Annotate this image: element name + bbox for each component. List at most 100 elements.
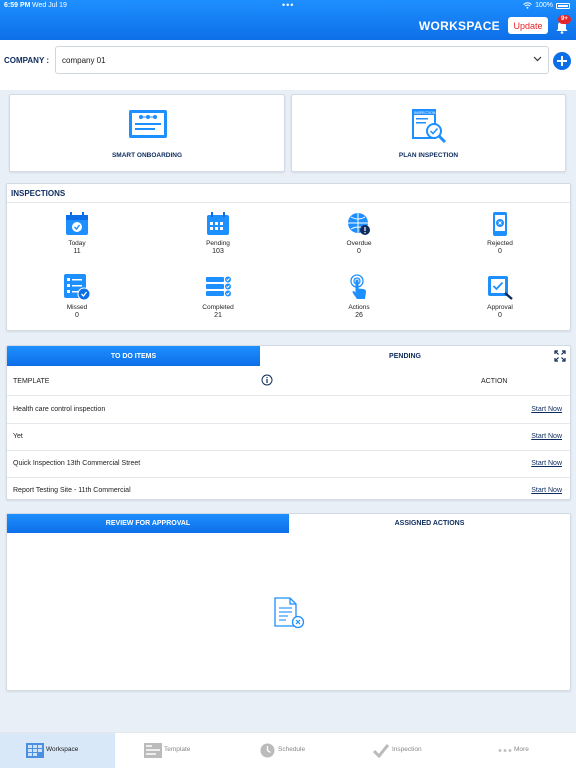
nav-schedule[interactable]: Schedule xyxy=(230,733,345,768)
todo-card: TO DO ITEMS PENDING TEMPLATE ACTION Heal… xyxy=(6,345,571,500)
table-row: Yet Start Now xyxy=(7,424,570,451)
company-row: COMPANY : company 01 xyxy=(0,40,576,90)
nav-label: More xyxy=(514,746,529,753)
stat-label: Pending xyxy=(206,240,230,247)
table-row: Report Testing Site - 11th Commercial St… xyxy=(7,478,570,499)
expand-icon[interactable] xyxy=(554,350,566,362)
template-name: Quick Inspection 13th Commercial Street xyxy=(13,460,141,467)
status-time: 6:59 PM xyxy=(4,2,31,9)
tap-hand-icon xyxy=(350,274,366,299)
tab-assigned-actions[interactable]: ASSIGNED ACTIONS xyxy=(289,514,570,533)
empty-document-icon xyxy=(274,597,305,629)
nav-more[interactable]: More xyxy=(460,733,575,768)
stat-overdue[interactable]: Overdue 0 xyxy=(319,211,399,255)
stat-pending[interactable]: Pending 103 xyxy=(178,211,258,255)
stat-actions[interactable]: Actions 26 xyxy=(319,273,399,319)
approval-icon xyxy=(488,276,513,300)
stat-value: 0 xyxy=(498,248,502,255)
tab-pending[interactable]: PENDING xyxy=(260,346,550,366)
template-name: Yet xyxy=(13,433,23,440)
info-icon[interactable] xyxy=(261,374,273,386)
checklist-complete-icon xyxy=(206,276,231,297)
status-bar: 6:59 PM Wed Jul 19 ••• 100% xyxy=(0,0,576,12)
nav-inspection[interactable]: Inspection xyxy=(345,733,460,768)
template-icon xyxy=(144,743,162,758)
template-name: Report Testing Site - 11th Commercial xyxy=(13,487,131,494)
start-now-link[interactable]: Start Now xyxy=(531,460,562,467)
smart-onboarding-label: SMART ONBOARDING xyxy=(111,152,183,159)
divider xyxy=(7,202,570,203)
stat-rejected[interactable]: Rejected 0 xyxy=(460,211,540,255)
smart-onboarding-icon xyxy=(129,110,167,138)
tab-todo-items[interactable]: TO DO ITEMS xyxy=(7,346,260,366)
app-header: 6:59 PM Wed Jul 19 ••• 100% WORKSPACE Up… xyxy=(0,0,576,40)
workspace-icon xyxy=(26,743,44,758)
stat-label: Overdue xyxy=(346,240,372,247)
plan-inspection-card[interactable]: INSPECTION PLAN INSPECTION xyxy=(291,94,566,172)
calendar-grid-icon xyxy=(207,212,229,235)
company-label: COMPANY : xyxy=(4,56,50,65)
status-date: Wed Jul 19 xyxy=(32,2,67,9)
stat-completed[interactable]: Completed 21 xyxy=(178,273,258,319)
template-name: Health care control inspection xyxy=(13,406,106,413)
battery-percent: 100% xyxy=(535,2,553,9)
page-title: WORKSPACE xyxy=(418,19,500,33)
battery-icon xyxy=(556,2,570,9)
stat-label: Rejected xyxy=(487,240,513,247)
todo-tabbar: TO DO ITEMS PENDING xyxy=(7,346,570,366)
phone-reject-icon xyxy=(493,212,507,236)
stat-approval[interactable]: Approval 0 xyxy=(460,273,540,319)
nav-label: Schedule xyxy=(278,746,306,753)
calendar-check-icon xyxy=(66,212,88,235)
stat-today[interactable]: Today 11 xyxy=(37,211,117,255)
nav-template[interactable]: Template xyxy=(115,733,230,768)
start-now-link[interactable]: Start Now xyxy=(531,406,562,413)
stat-label: Today xyxy=(68,240,86,247)
nav-label: Template xyxy=(164,746,191,753)
stat-value: 26 xyxy=(355,312,363,319)
review-tabbar: REVIEW FOR APPROVAL ASSIGNED ACTIONS xyxy=(7,514,570,534)
checklist-missed-icon xyxy=(64,274,91,301)
status-right: 100% xyxy=(523,2,570,9)
stat-label: Completed xyxy=(202,304,234,311)
plan-inspection-icon: INSPECTION xyxy=(412,109,447,144)
globe-alert-icon xyxy=(348,213,370,235)
stat-value: 103 xyxy=(212,248,224,255)
bottom-nav: Workspace Template Schedule Inspection M… xyxy=(0,732,576,768)
table-row: Health care control inspection Start Now xyxy=(7,397,570,424)
review-card: REVIEW FOR APPROVAL ASSIGNED ACTIONS xyxy=(6,513,571,691)
stat-missed[interactable]: Missed 0 xyxy=(37,273,117,319)
clock-icon xyxy=(260,743,275,758)
add-company-button[interactable] xyxy=(553,52,571,70)
company-selected-value: company 01 xyxy=(62,56,106,65)
column-action: ACTION xyxy=(481,378,508,385)
svg-text:INSPECTION: INSPECTION xyxy=(414,111,436,115)
stat-value: 0 xyxy=(357,248,361,255)
start-now-link[interactable]: Start Now xyxy=(531,487,562,494)
nav-label: Inspection xyxy=(392,746,422,753)
nav-label: Workspace xyxy=(46,746,79,753)
table-header: TEMPLATE ACTION xyxy=(7,366,570,396)
stat-label: Approval xyxy=(487,304,513,311)
start-now-link[interactable]: Start Now xyxy=(531,433,562,440)
checkmark-icon xyxy=(373,744,389,758)
smart-onboarding-card[interactable]: SMART ONBOARDING xyxy=(9,94,285,172)
more-dots-icon xyxy=(498,749,512,752)
stat-label: Actions xyxy=(348,304,370,311)
company-select[interactable]: company 01 xyxy=(55,46,549,74)
nav-workspace[interactable]: Workspace xyxy=(0,733,115,768)
column-template: TEMPLATE xyxy=(13,378,50,385)
wifi-icon xyxy=(523,2,532,9)
update-button[interactable]: Update xyxy=(508,17,548,34)
plan-inspection-label: PLAN INSPECTION xyxy=(398,152,459,159)
tab-review-for-approval[interactable]: REVIEW FOR APPROVAL xyxy=(7,514,289,533)
inspections-title: INSPECTIONS xyxy=(11,189,66,198)
stat-value: 11 xyxy=(73,248,81,255)
stat-label: Missed xyxy=(66,304,88,311)
stat-value: 21 xyxy=(214,312,222,319)
inspections-card: INSPECTIONS Today 11 Pending 103 Overdue… xyxy=(6,183,571,331)
multitask-dots-icon[interactable]: ••• xyxy=(282,0,294,10)
stat-value: 0 xyxy=(75,312,79,319)
stat-value: 0 xyxy=(498,312,502,319)
chevron-down-icon xyxy=(533,56,542,62)
